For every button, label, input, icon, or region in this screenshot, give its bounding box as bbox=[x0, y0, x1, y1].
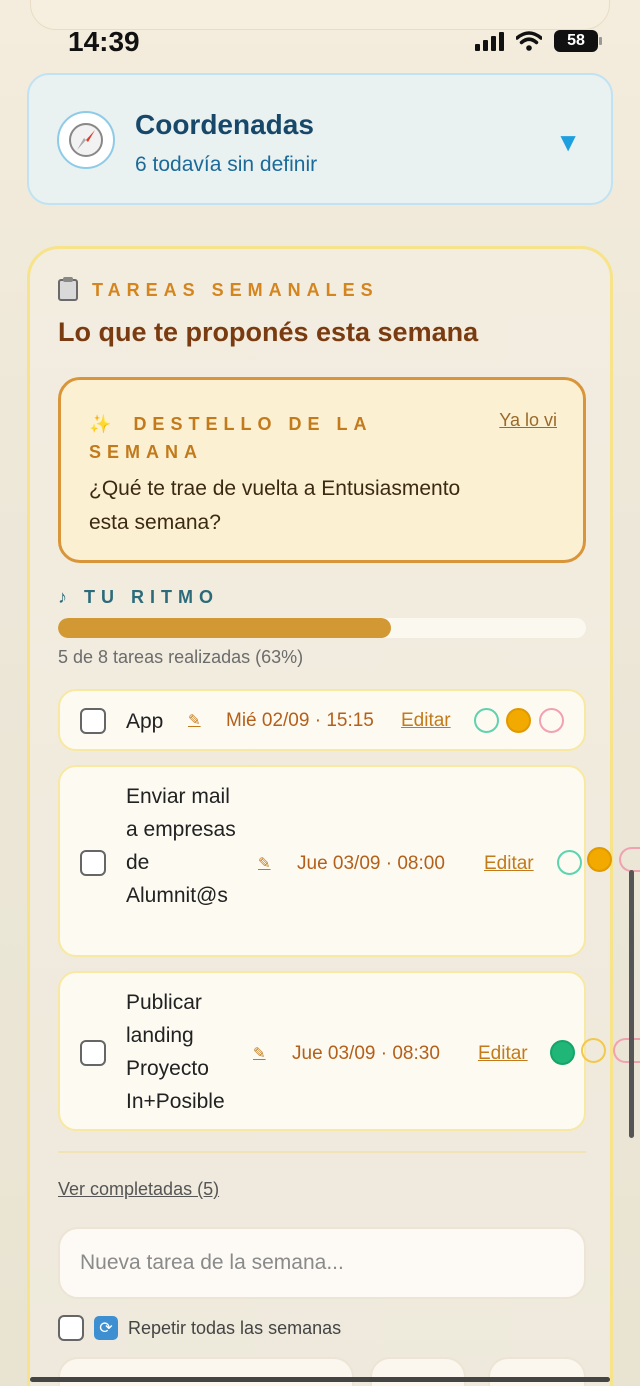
wifi-icon bbox=[516, 31, 542, 51]
task-checkbox[interactable] bbox=[80, 708, 106, 734]
status-dot-orange[interactable] bbox=[581, 1038, 606, 1063]
new-task-input[interactable] bbox=[58, 1227, 586, 1299]
status-dot-green[interactable] bbox=[550, 1040, 575, 1065]
progress-fill bbox=[58, 618, 391, 638]
compass-icon bbox=[57, 111, 115, 169]
repeat-checkbox[interactable] bbox=[58, 1315, 84, 1341]
weekly-header: TAREAS SEMANALES bbox=[58, 277, 379, 301]
pencil-icon: ✎ bbox=[188, 712, 201, 729]
status-bar: 14:39 58 bbox=[0, 0, 640, 80]
spark-label: ✨ DESTELLO DE LA SEMANA bbox=[89, 414, 372, 462]
pencil-icon: ✎ bbox=[258, 855, 271, 872]
dismiss-link[interactable]: Ya lo vi bbox=[499, 410, 557, 431]
see-completed-link[interactable]: Ver completadas (5) bbox=[58, 1179, 219, 1200]
progress-bar bbox=[58, 618, 586, 638]
task-checkbox[interactable] bbox=[80, 850, 106, 876]
status-dot-pink[interactable] bbox=[619, 847, 640, 872]
signal-icon bbox=[475, 31, 504, 51]
sparkles-icon: ✨ bbox=[89, 414, 112, 434]
status-dot-orange[interactable] bbox=[506, 708, 531, 733]
task-item: Enviar mail a empresas de Alumnit@s ✎ Ju… bbox=[58, 765, 586, 957]
pencil-icon: ✎ bbox=[253, 1045, 266, 1062]
task-date: Jue 03/09 · 08:30 bbox=[292, 1043, 440, 1064]
edit-button[interactable]: Editar bbox=[484, 853, 534, 875]
status-dot-teal[interactable] bbox=[557, 850, 582, 875]
repeat-icon: ⟳ bbox=[94, 1316, 118, 1340]
task-date: Mié 02/09 · 15:15 bbox=[226, 710, 374, 731]
status-dot-pink[interactable] bbox=[539, 708, 564, 733]
spark-text: ¿Qué te trae de vuelta a Entusiasmento e… bbox=[89, 477, 461, 534]
divider bbox=[58, 1151, 586, 1153]
repeat-label: Repetir todas las semanas bbox=[128, 1317, 342, 1338]
edit-button[interactable]: Editar bbox=[401, 710, 451, 732]
home-indicator bbox=[30, 1377, 610, 1382]
status-dot-teal[interactable] bbox=[474, 708, 499, 733]
chevron-down-icon[interactable]: ▼ bbox=[555, 127, 581, 158]
rhythm-label: ♪ TU RITMO bbox=[58, 587, 220, 607]
coordinates-card[interactable]: Coordenadas 6 todavía sin definir ▼ bbox=[27, 73, 613, 205]
music-note-icon: ♪ bbox=[58, 587, 73, 607]
progress-summary: 5 de 8 tareas realizadas (63%) bbox=[58, 647, 304, 667]
weekly-tasks-card: TAREAS SEMANALES Lo que te proponés esta… bbox=[27, 246, 613, 1386]
status-time: 14:39 bbox=[68, 26, 140, 57]
weekly-label: TAREAS SEMANALES bbox=[92, 279, 379, 300]
task-name: Enviar mail a empresas de Alumnit@s bbox=[126, 785, 236, 907]
edit-button[interactable]: Editar bbox=[478, 1043, 528, 1065]
status-icons: 58 bbox=[475, 30, 602, 52]
coordinates-title: Coordenadas bbox=[135, 109, 314, 140]
task-item: Publicar landing Proyecto In+Posible ✎ J… bbox=[58, 971, 586, 1131]
battery-icon: 58 bbox=[554, 30, 602, 52]
task-date: Jue 03/09 · 08:00 bbox=[297, 853, 445, 874]
task-name: App bbox=[126, 710, 164, 733]
scrollbar[interactable] bbox=[629, 870, 634, 1138]
repeat-option: ⟳ Repetir todas las semanas bbox=[58, 1315, 341, 1341]
status-dot-pink[interactable] bbox=[613, 1038, 640, 1063]
task-name: Publicar landing Proyecto In+Posible bbox=[126, 991, 225, 1113]
status-dot-orange[interactable] bbox=[587, 847, 612, 872]
spark-card: ✨ DESTELLO DE LA SEMANA Ya lo vi ¿Qué te… bbox=[58, 377, 586, 563]
task-checkbox[interactable] bbox=[80, 1040, 106, 1066]
clipboard-icon bbox=[58, 277, 78, 301]
task-item: App ✎ Mié 02/09 · 15:15 Editar bbox=[58, 689, 586, 751]
weekly-title: Lo que te proponés esta semana bbox=[58, 317, 479, 347]
coordinates-subtitle: 6 todavía sin definir bbox=[135, 153, 318, 176]
